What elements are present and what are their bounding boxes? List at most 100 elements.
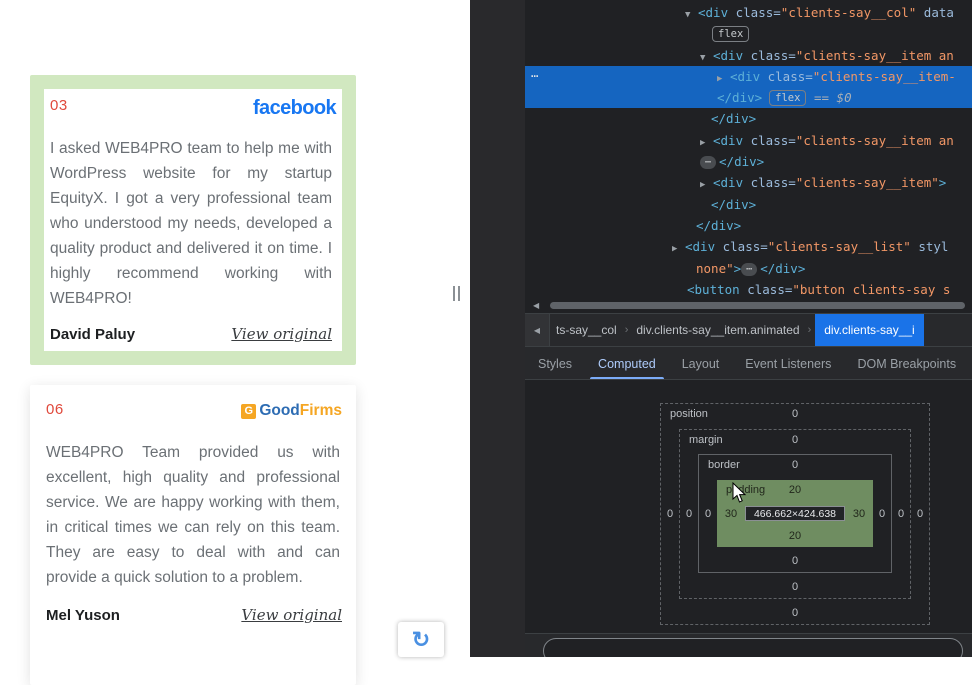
recaptcha-badge[interactable]: ↻ xyxy=(398,622,444,657)
code-token: class= xyxy=(760,69,813,84)
row-options-icon[interactable]: ⋯ xyxy=(531,66,539,87)
code-token: styl xyxy=(911,239,949,254)
recaptcha-icon: ↻ xyxy=(412,629,430,651)
code-token: </div> xyxy=(696,218,741,233)
tab-layout[interactable]: Layout xyxy=(669,347,733,380)
left-arrow-icon: ◀ xyxy=(534,326,540,335)
position-left-value[interactable]: 0 xyxy=(661,508,679,520)
elements-tree-row[interactable]: </div> xyxy=(525,194,972,215)
code-token: <div xyxy=(685,239,715,254)
devtools-splitter-handle[interactable] xyxy=(449,285,463,302)
elements-tree-row[interactable]: none">⋯</div> xyxy=(525,258,972,279)
padding-right-value[interactable]: 30 xyxy=(845,508,873,520)
view-original-link[interactable]: View original xyxy=(231,325,332,343)
elements-tree-row[interactable]: <button class="button clients-say s xyxy=(525,279,972,300)
testimonial-number: 03 xyxy=(50,97,68,114)
border-bottom-value[interactable]: 0 xyxy=(699,555,891,567)
box-model-margin[interactable]: margin 0 0 0 0 border 0 0 0 0 padding xyxy=(679,429,911,599)
splitter-bar xyxy=(453,286,455,301)
tab-event-listeners[interactable]: Event Listeners xyxy=(732,347,844,380)
testimonial-author: David Paluy xyxy=(50,326,135,343)
testimonial-card-goodfirms: 06 G GoodFirms WEB4PRO Team provided us … xyxy=(30,385,356,685)
goodfirms-logo-firms: Firms xyxy=(300,402,342,419)
elements-tree-row[interactable]: ⋯▶<div class="clients-say__item- xyxy=(525,66,972,87)
flex-badge[interactable]: flex xyxy=(769,90,806,106)
tab-computed[interactable]: Computed xyxy=(585,347,669,380)
testimonial-quote: WEB4PRO Team provided us with excellent,… xyxy=(46,440,340,590)
breadcrumb-scroll-left-button[interactable]: ◀ xyxy=(525,314,550,346)
view-original-link[interactable]: View original xyxy=(241,606,342,624)
elements-tree-row[interactable]: </div> xyxy=(525,215,972,236)
code-token: </div> xyxy=(711,111,756,126)
computed-filter-input[interactable] xyxy=(543,638,963,657)
collapsed-content-icon[interactable]: ⋯ xyxy=(700,156,716,169)
flex-badge[interactable]: flex xyxy=(712,26,749,42)
goodfirms-logo[interactable]: G GoodFirms xyxy=(241,402,342,420)
box-model-position[interactable]: position 0 0 0 0 margin 0 0 0 0 border 0 xyxy=(660,403,930,625)
code-token: "clients-say__item- xyxy=(813,69,956,84)
sidebar-tabs: Styles Computed Layout Event Listeners D… xyxy=(525,346,972,380)
card-footer: Mel Yuson View original xyxy=(46,606,342,624)
breadcrumb-item-col[interactable]: ts-say__col xyxy=(554,323,619,337)
code-token: class= xyxy=(728,5,781,20)
box-model-content[interactable]: 466.662×424.638 xyxy=(745,506,845,521)
devtools-content: ▼<div class="clients-say__col" data flex ▼… xyxy=(525,0,972,657)
border-right-value[interactable]: 0 xyxy=(873,508,891,520)
tab-dom-breakpoints[interactable]: DOM Breakpoints xyxy=(844,347,969,380)
tab-styles[interactable]: Styles xyxy=(525,347,585,380)
elements-tree-row[interactable]: ▶<div class="clients-say__item"> xyxy=(525,172,972,193)
code-token: </div> xyxy=(719,154,764,169)
code-token: "clients-say__item" xyxy=(796,175,939,190)
position-top-value[interactable]: 0 xyxy=(661,408,929,420)
breadcrumb-item-animated[interactable]: div.clients-say__item.animated xyxy=(634,323,801,337)
elements-tree-row[interactable]: ▶<div class="clients-say__list" styl xyxy=(525,236,972,257)
card-header: 03 facebook xyxy=(47,97,336,120)
scrollbar-thumb[interactable] xyxy=(550,302,965,309)
webpage-area: 03 facebook I asked WEB4PRO team to help… xyxy=(0,0,470,657)
code-token: </div> xyxy=(711,197,756,212)
code-token: "clients-say__item an xyxy=(796,48,954,63)
devtools-panel: ▼<div class="clients-say__col" data flex ▼… xyxy=(470,0,972,657)
card-footer: David Paluy View original xyxy=(50,325,332,343)
margin-right-value[interactable]: 0 xyxy=(892,508,910,520)
elements-tree-row[interactable]: flex xyxy=(525,23,972,44)
margin-top-value[interactable]: 0 xyxy=(680,434,910,446)
code-token: data xyxy=(916,5,954,20)
code-token: class= xyxy=(743,175,796,190)
box-model-border[interactable]: border 0 0 0 0 padding 20 20 30 30 xyxy=(698,454,892,573)
margin-bottom-value[interactable]: 0 xyxy=(680,581,910,593)
breadcrumb: ◀ ts-say__col › div.clients-say__item.an… xyxy=(525,313,972,346)
border-left-value[interactable]: 0 xyxy=(699,508,717,520)
elements-tree-row[interactable]: ▼<div class="clients-say__col" data xyxy=(525,2,972,23)
elements-tree-row[interactable]: ⋯</div> xyxy=(525,151,972,172)
horizontal-scrollbar[interactable]: ◀ xyxy=(525,300,972,312)
elements-tree-row[interactable]: </div>flex == $0 xyxy=(525,87,972,108)
elements-tree-row[interactable]: ▼<div class="clients-say__item an xyxy=(525,45,972,66)
code-token: </div> xyxy=(717,90,762,105)
padding-left-value[interactable]: 30 xyxy=(717,508,745,520)
code-token: class= xyxy=(743,133,796,148)
elements-tree-row[interactable]: </div> xyxy=(525,108,972,129)
position-right-value[interactable]: 0 xyxy=(911,508,929,520)
scrollbar-left-arrow-icon[interactable]: ◀ xyxy=(533,301,539,310)
collapsed-content-icon[interactable]: ⋯ xyxy=(741,263,757,276)
testimonial-quote: I asked WEB4PRO team to help me with Wor… xyxy=(50,136,332,311)
code-token: class= xyxy=(715,239,768,254)
code-token: <div xyxy=(713,175,743,190)
facebook-logo[interactable]: facebook xyxy=(253,97,336,120)
border-top-value[interactable]: 0 xyxy=(699,459,891,471)
code-token: "clients-say__col" xyxy=(781,5,916,20)
breadcrumb-item-selected[interactable]: div.clients-say__i xyxy=(815,314,923,346)
code-token: <div xyxy=(713,48,743,63)
position-bottom-value[interactable]: 0 xyxy=(661,607,929,619)
mouse-cursor-icon xyxy=(732,482,748,504)
card-header: 06 G GoodFirms xyxy=(46,401,342,420)
code-token: <div xyxy=(713,133,743,148)
elements-tree-row[interactable]: ▶<div class="clients-say__item an xyxy=(525,130,972,151)
margin-left-value[interactable]: 0 xyxy=(680,508,698,520)
computed-panel: position 0 0 0 0 margin 0 0 0 0 border 0 xyxy=(525,379,972,657)
code-token: class= xyxy=(743,48,796,63)
padding-bottom-value[interactable]: 20 xyxy=(717,530,873,542)
testimonial-card-inner: 03 facebook I asked WEB4PRO team to help… xyxy=(44,89,342,351)
breadcrumb-separator-icon: › xyxy=(808,324,812,336)
